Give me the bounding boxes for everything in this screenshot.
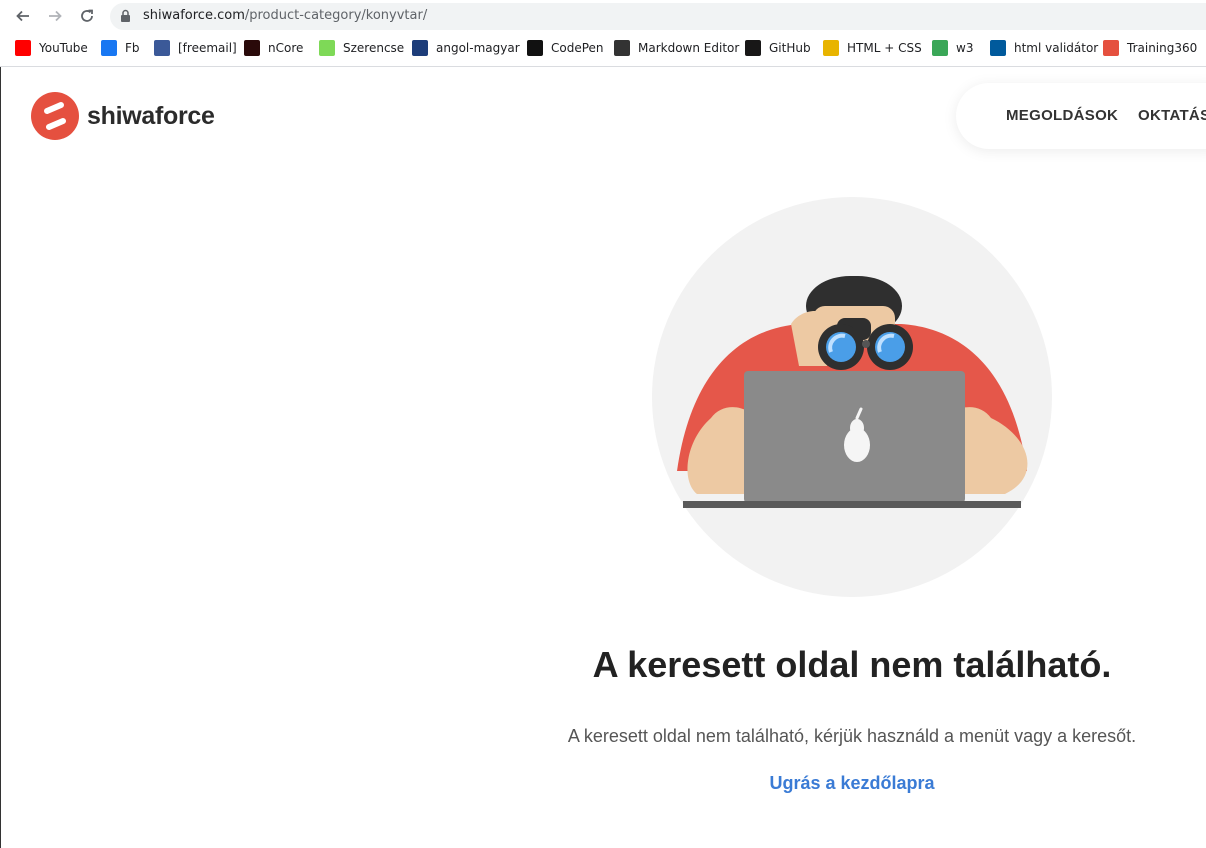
forward-button[interactable] — [44, 5, 66, 27]
freemail-icon — [154, 40, 170, 56]
bookmark-label: CodePen — [551, 41, 604, 55]
arrow-left-icon — [16, 10, 29, 22]
bookmark-ncore[interactable]: nCore — [244, 40, 303, 56]
dictionary-icon — [412, 40, 428, 56]
back-button[interactable] — [12, 5, 34, 27]
bookmark-facebook[interactable]: Fb — [101, 40, 140, 56]
youtube-icon — [15, 40, 31, 56]
bookmark-w3[interactable]: w3 — [932, 40, 973, 56]
markdown-icon — [614, 40, 630, 56]
page-title: A keresett oldal nem található. — [592, 644, 1112, 685]
not-found-message: A keresett oldal nem található, kérjük h… — [567, 726, 1137, 746]
bookmark-freemail[interactable]: [freemail] — [154, 40, 237, 56]
home-link[interactable]: Ugrás a kezdőlapra — [500, 773, 1204, 794]
bookmark-label: w3 — [956, 41, 974, 55]
browser-chrome: shiwaforce.com/product-category/konyvtar… — [0, 0, 1206, 67]
w3-icon — [932, 40, 948, 56]
pencil-icon — [823, 40, 839, 56]
szerencse-icon — [319, 40, 335, 56]
bookmark-w3c[interactable]: html validátor — [990, 40, 1098, 56]
reload-icon — [81, 9, 93, 22]
bookmark-label: Fb — [125, 41, 140, 55]
bookmark-label: GitHub — [769, 41, 811, 55]
logo-text: shiwaforce — [87, 101, 215, 130]
bookmark-label: html validátor — [1014, 41, 1099, 55]
bookmark-label: HTML + CSS — [847, 41, 922, 55]
address-bar[interactable]: shiwaforce.com/product-category/konyvtar… — [110, 3, 1206, 30]
bookmark-label: Markdown Editor — [638, 41, 740, 55]
site-logo[interactable]: shiwaforce — [31, 92, 215, 140]
bookmark-label: nCore — [268, 41, 304, 55]
bookmark-label: Training360 — [1127, 41, 1198, 55]
logo-mark-icon — [31, 92, 79, 140]
bookmark-szerencse[interactable]: Szerencse — [319, 40, 404, 56]
binoculars-illustration — [652, 197, 1052, 597]
github-icon — [745, 40, 761, 56]
bookmark-label: YouTube — [39, 41, 88, 55]
ncore-icon — [244, 40, 260, 56]
bookmark-training360[interactable]: Training360 — [1103, 40, 1197, 56]
training360-icon — [1103, 40, 1119, 56]
bookmark-youtube[interactable]: YouTube — [15, 40, 88, 56]
codepen-icon — [527, 40, 543, 56]
bookmark-github[interactable]: GitHub — [745, 40, 811, 56]
bookmark-pencil[interactable]: HTML + CSS — [823, 40, 922, 56]
bookmark-label: [freemail] — [178, 41, 237, 55]
nav-megoldasok[interactable]: MEGOLDÁSOK — [1006, 107, 1118, 124]
bookmark-label: angol-magyar — [436, 41, 520, 55]
w3c-icon — [990, 40, 1006, 56]
reload-button[interactable] — [76, 5, 98, 27]
arrow-right-icon — [49, 10, 62, 22]
bookmark-markdown[interactable]: Markdown Editor — [614, 40, 739, 56]
url-text: shiwaforce.com/product-category/konyvtar… — [143, 8, 428, 23]
bookmark-codepen[interactable]: CodePen — [527, 40, 604, 56]
lock-icon — [121, 9, 130, 22]
bookmark-dictionary[interactable]: angol-magyar — [412, 40, 520, 56]
facebook-icon — [101, 40, 117, 56]
nav-oktatas[interactable]: OKTATÁS — [1138, 107, 1206, 124]
bookmark-label: Szerencse — [343, 41, 405, 55]
window-edge — [0, 66, 1, 848]
